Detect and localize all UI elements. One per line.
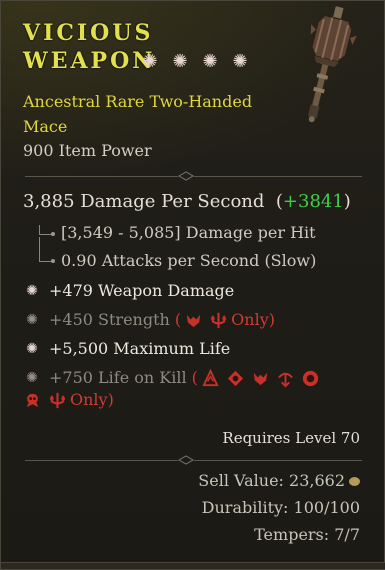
affix-strength: +450 Strength ( Only) — [49, 309, 275, 331]
attacks-per-second: 0.90 Attacks per Second (Slow) — [61, 251, 317, 270]
damage-per-hit: [3,549 - 5,085] Damage per Hit — [61, 223, 316, 242]
necromancer-class-icon — [253, 372, 268, 386]
dps-delta: +3841 — [282, 191, 344, 212]
restriction-open: ( — [174, 310, 182, 329]
divider-ornament-icon — [178, 171, 194, 181]
durability: Durability: 100/100 — [201, 498, 360, 517]
restriction-open: ( — [191, 368, 198, 387]
gold-coin-icon — [349, 477, 360, 486]
affix-strength-text: +450 Strength — [49, 310, 170, 329]
restriction-suffix: Only) — [70, 390, 114, 409]
divider-ornament-icon — [178, 455, 194, 465]
spiritborn-class-icon — [26, 393, 39, 408]
druid-class-icon — [227, 370, 244, 387]
tooltip-bottom-border — [1, 562, 385, 569]
item-power-label: 900 Item Power — [23, 141, 152, 160]
star-icon: ✺ — [142, 51, 158, 72]
item-type-label: Ancestral Rare Two-Handed Mace — [23, 92, 253, 136]
branch-dot — [51, 259, 55, 263]
branch-dot — [51, 232, 55, 236]
barbarian-class-icon — [202, 369, 219, 387]
dps-delta-close: ) — [343, 191, 351, 212]
restriction-suffix: Only) — [231, 310, 275, 329]
affix-bullet-icon: ✺ — [26, 341, 38, 357]
tempers: Tempers: 7/7 — [254, 525, 360, 544]
barbarian-class-icon — [187, 314, 201, 328]
requires-level: Requires Level 70 — [222, 429, 360, 447]
dps-stat: 3,885 Damage Per Second (+3841) — [23, 191, 351, 212]
druid-class-icon — [49, 392, 66, 409]
affix-bullet-icon: ✺ — [26, 283, 38, 299]
dps-delta-open: ( — [275, 191, 283, 212]
class-restriction: ( Only) — [175, 310, 275, 329]
sell-value-text: Sell Value: 23,662 — [198, 471, 345, 490]
item-tooltip: VICIOUS WEAPON ✺ ✺ ✺ ✺ Ancestral Rare Tw… — [0, 0, 385, 570]
star-icon: ✺ — [202, 51, 218, 72]
affix-maximum-life: +5,500 Maximum Life — [49, 339, 231, 358]
affix-bullet-icon: ✺ — [26, 370, 38, 386]
sell-value: Sell Value: 23,662 — [198, 471, 360, 490]
sorcerer-class-icon — [302, 370, 319, 387]
mace-weapon-icon — [307, 4, 357, 123]
druid-class-icon — [211, 312, 227, 329]
affix-bullet-icon: ✺ — [26, 312, 38, 328]
affix-life-on-kill: +750 Life on Kill ( Only) — [26, 367, 349, 411]
star-icon: ✺ — [232, 51, 248, 72]
item-title-line1: VICIOUS — [23, 20, 154, 46]
item-title-line2: WEAPON — [23, 48, 156, 74]
rogue-class-icon — [278, 372, 293, 388]
affix-weapon-damage: +479 Weapon Damage — [49, 281, 235, 300]
star-icon: ✺ — [172, 51, 188, 72]
affix-life-on-kill-text: +750 Life on Kill — [49, 368, 187, 387]
dps-value: 3,885 Damage Per Second — [23, 191, 265, 212]
